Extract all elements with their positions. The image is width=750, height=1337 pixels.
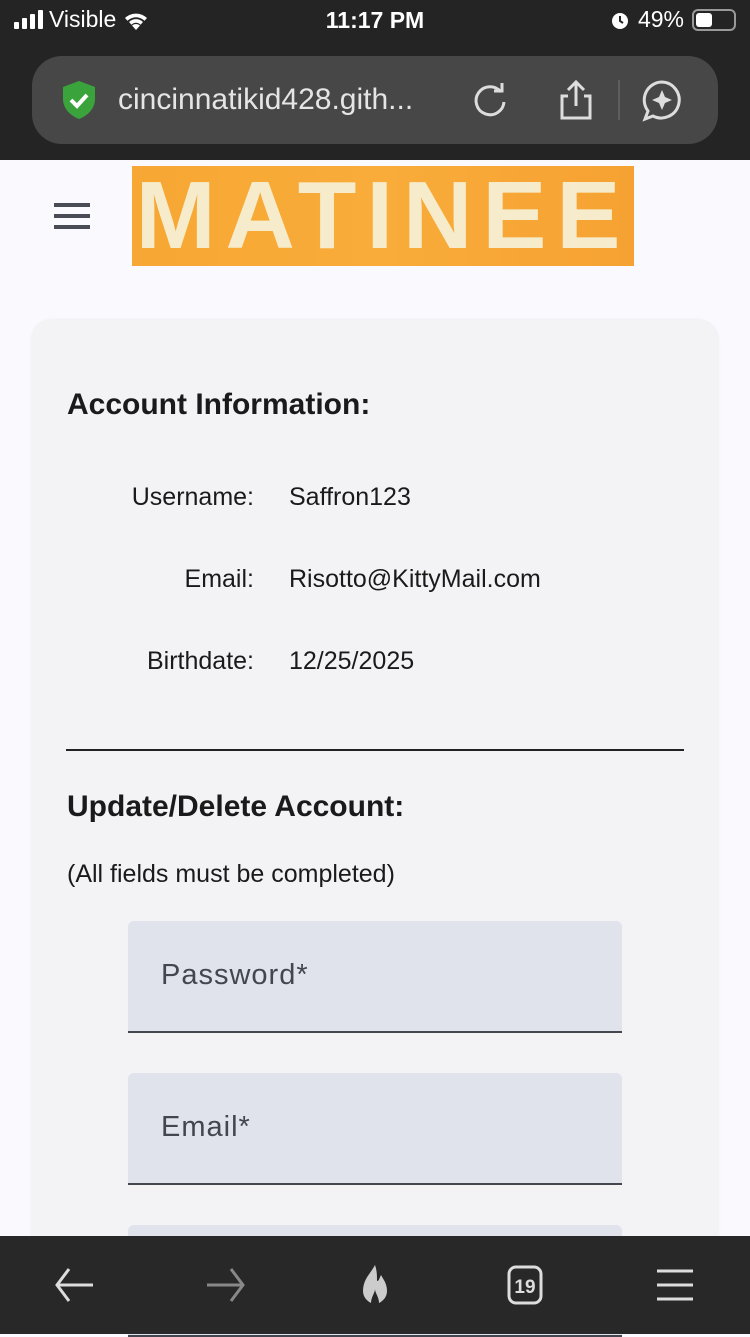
- browser-chrome: Visible 11:17 PM 49% cincinnatikid428.gi…: [0, 0, 750, 160]
- flame-icon[interactable]: [351, 1261, 399, 1309]
- menu-icon[interactable]: [651, 1261, 699, 1309]
- email-value: Risotto@KittyMail.com: [289, 565, 541, 593]
- browser-toolbar: 19: [0, 1236, 750, 1334]
- tabs-icon[interactable]: 19: [501, 1261, 549, 1309]
- email-label: Email:: [184, 565, 254, 593]
- birthdate-label: Birthdate:: [146, 647, 254, 675]
- alarm-icon: [611, 12, 628, 29]
- back-icon[interactable]: [51, 1261, 99, 1309]
- shield-check-icon: [63, 81, 95, 119]
- share-icon[interactable]: [554, 78, 598, 122]
- email-placeholder: Email*: [161, 1111, 251, 1143]
- username-label: Username:: [131, 483, 254, 511]
- birthdate-value: 12/25/2025: [289, 647, 415, 675]
- menu-icon[interactable]: [54, 203, 90, 236]
- divider: [66, 749, 684, 751]
- battery-percent: 49%: [637, 6, 684, 32]
- assistant-icon[interactable]: [640, 78, 684, 122]
- tab-count: 19: [514, 1277, 535, 1298]
- account-info-heading: Account Information:: [67, 388, 371, 421]
- divider: [618, 80, 620, 120]
- address-bar[interactable]: cincinnatikid428.gith...: [32, 56, 718, 144]
- status-right: 49%: [610, 6, 736, 33]
- forward-icon[interactable]: [201, 1261, 249, 1309]
- reload-icon[interactable]: [468, 78, 512, 122]
- password-field[interactable]: Password*: [128, 921, 622, 1033]
- matinee-logo[interactable]: MATINEE: [132, 166, 634, 266]
- username-value: Saffron123: [289, 483, 411, 511]
- required-note: (All fields must be completed): [67, 860, 395, 888]
- password-placeholder: Password*: [161, 959, 309, 991]
- url-text[interactable]: cincinnatikid428.gith...: [118, 83, 458, 117]
- update-heading: Update/Delete Account:: [67, 790, 405, 823]
- account-card: Account Information: Username: Saffron12…: [32, 320, 718, 1337]
- email-field[interactable]: Email*: [128, 1073, 622, 1185]
- battery-icon: [692, 8, 736, 31]
